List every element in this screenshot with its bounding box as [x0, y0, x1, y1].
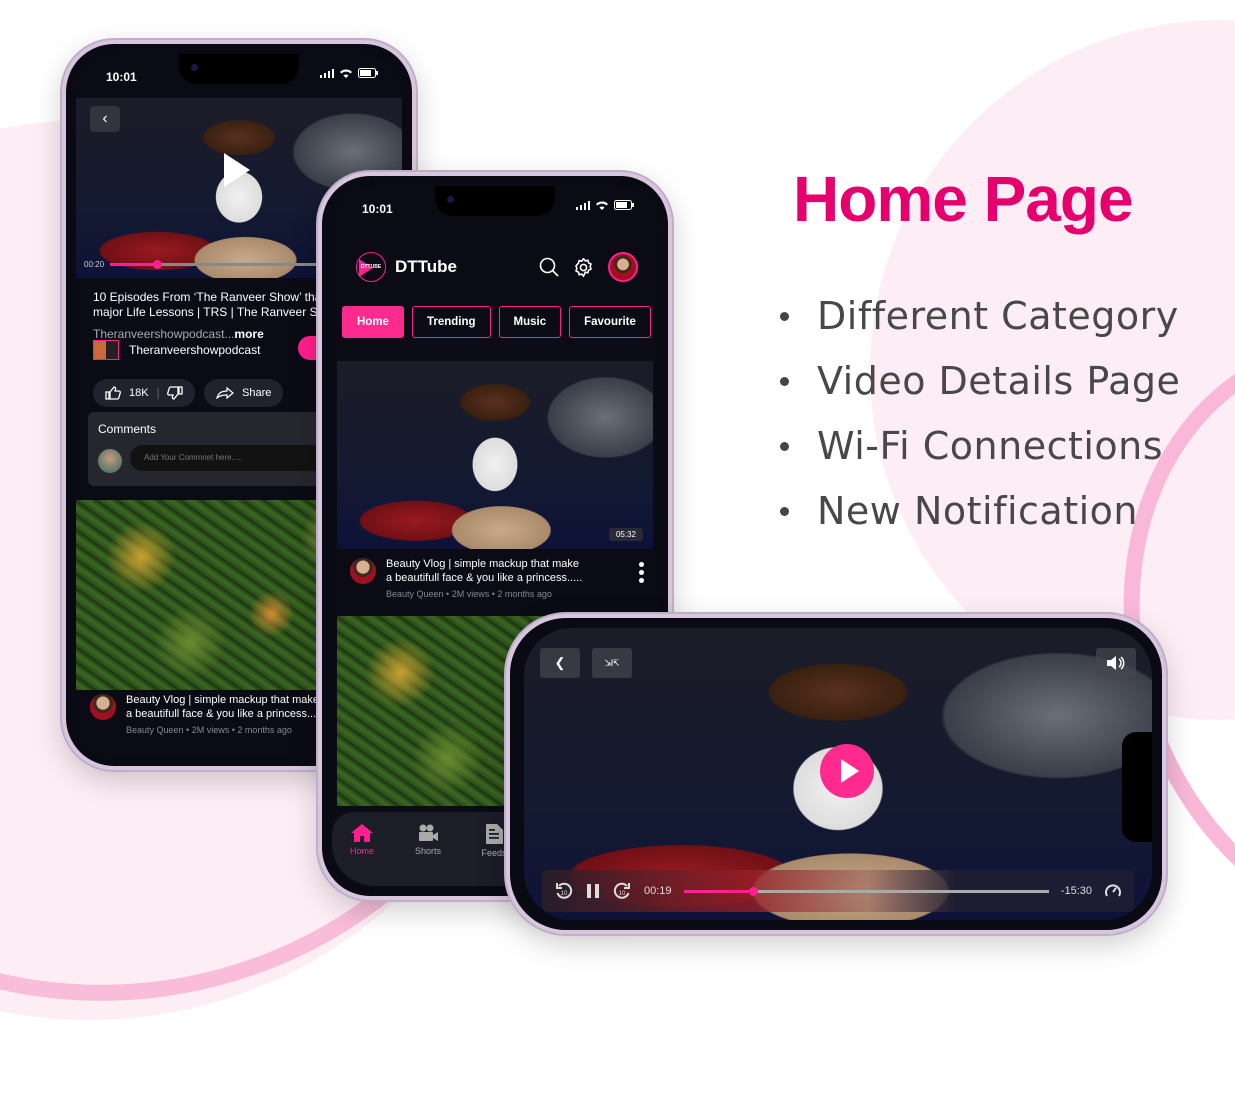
- volume-button[interactable]: [1096, 648, 1136, 678]
- rewind-10-icon[interactable]: 10: [554, 881, 574, 901]
- more-link[interactable]: more: [234, 327, 263, 341]
- tab-music[interactable]: Music: [498, 306, 562, 338]
- home-icon: [351, 824, 373, 842]
- speed-gauge-icon[interactable]: [1104, 882, 1122, 900]
- play-button[interactable]: [820, 744, 874, 798]
- speaker-icon: [1107, 656, 1125, 670]
- feature-item: Wi-Fi Connections: [778, 414, 1180, 479]
- pause-icon[interactable]: [586, 883, 600, 899]
- search-button[interactable]: [539, 257, 559, 277]
- back-button[interactable]: ❮: [540, 648, 580, 678]
- chevron-left-icon: ‹: [102, 110, 108, 127]
- video-title: 10 Episodes From ‘The Ranveer Show’ that…: [93, 290, 340, 319]
- notch: [435, 186, 555, 216]
- profile-avatar[interactable]: [608, 252, 638, 282]
- category-tabs: Home Trending Music Favourite Fa: [342, 306, 658, 338]
- feature-item: Different Category: [778, 284, 1180, 349]
- signal-icon: [320, 68, 334, 78]
- chevron-left-icon: ❮: [554, 655, 566, 670]
- comment-input[interactable]: [130, 445, 348, 471]
- document-icon: [486, 824, 503, 844]
- status-time: 10:01: [106, 70, 137, 84]
- video-stats: Beauty Queen • 2M views • 2 months ago: [386, 589, 552, 599]
- video-camera-icon: [419, 824, 438, 841]
- duration-badge: 05:32: [608, 528, 643, 541]
- wifi-icon: [340, 69, 352, 78]
- channel-avatar[interactable]: [93, 340, 119, 360]
- feature-list: Different Category Video Details Page Wi…: [778, 284, 1180, 544]
- share-button[interactable]: Share: [204, 379, 284, 407]
- tab-trending[interactable]: Trending: [411, 306, 491, 338]
- video-thumbnail[interactable]: 05:32: [337, 361, 653, 549]
- current-time: 00:19: [644, 885, 672, 897]
- like-dislike-pill: 18K |: [93, 379, 196, 407]
- nav-shorts[interactable]: Shorts: [408, 824, 448, 886]
- status-time: 10:01: [362, 202, 393, 216]
- seek-handle[interactable]: [152, 259, 162, 269]
- settings-button[interactable]: [573, 257, 594, 278]
- exit-fullscreen-button[interactable]: ⇲⇱: [592, 648, 632, 678]
- like-count: 18K: [129, 387, 149, 399]
- notch: [1122, 732, 1152, 842]
- channel-row[interactable]: Theranveershowpodcast: [93, 340, 260, 360]
- notch: [179, 54, 299, 84]
- share-icon: [216, 387, 234, 399]
- app-header: DTTUBE DTTube: [356, 250, 638, 284]
- user-avatar: [98, 449, 122, 473]
- search-icon: [539, 257, 559, 277]
- wifi-icon: [596, 201, 608, 210]
- page-title: Home Page: [793, 163, 1134, 235]
- video-card-meta[interactable]: Beauty Vlog | simple mackup that make a …: [350, 558, 582, 599]
- player-controls: 10 10 00:19 -15:30: [542, 870, 1134, 912]
- seek-progress: [110, 262, 157, 266]
- play-icon[interactable]: [224, 153, 250, 187]
- channel-name[interactable]: Theranveershowpodcast: [129, 343, 260, 357]
- svg-text:10: 10: [561, 891, 568, 897]
- remaining-time: -15:30: [1060, 885, 1092, 897]
- seek-handle[interactable]: [748, 886, 758, 896]
- app-logo[interactable]: DTTUBE: [356, 252, 386, 282]
- battery-icon: [358, 68, 378, 78]
- phone-fullscreen-player: ❮ ⇲⇱ 10 10 00:19 -15:30: [506, 614, 1166, 934]
- divider: |: [156, 387, 160, 399]
- current-time: 00:20: [84, 259, 105, 269]
- comments-label: Comments: [98, 422, 157, 436]
- thumbs-up-icon: [105, 386, 121, 400]
- seek-track[interactable]: [683, 886, 1049, 896]
- seek-progress: [683, 889, 753, 893]
- like-button[interactable]: 18K: [105, 386, 149, 400]
- feature-item: New Notification: [778, 479, 1180, 544]
- channel-avatar[interactable]: [350, 558, 376, 584]
- player-screen: ❮ ⇲⇱ 10 10 00:19 -15:30: [524, 628, 1152, 920]
- svg-text:10: 10: [619, 891, 626, 897]
- minimize-icon: ⇲⇱: [604, 658, 620, 668]
- tab-home[interactable]: Home: [342, 306, 404, 338]
- gear-icon: [575, 257, 592, 277]
- video-card-meta[interactable]: Beauty Vlog | simple mackup that make a …: [90, 694, 322, 735]
- feature-item: Video Details Page: [778, 349, 1180, 414]
- video-stats: Beauty Queen • 2M views • 2 months ago: [126, 725, 292, 735]
- back-button[interactable]: ‹: [90, 106, 120, 132]
- nav-home[interactable]: Home: [342, 824, 382, 886]
- comments-section: Comments: [88, 412, 348, 486]
- signal-icon: [576, 200, 590, 210]
- forward-10-icon[interactable]: 10: [612, 881, 632, 901]
- video-description: Theranveershowpodcast...more: [93, 327, 264, 341]
- thumbs-down-icon[interactable]: [167, 386, 184, 400]
- battery-icon: [614, 200, 634, 210]
- tab-favourite[interactable]: Favourite: [569, 306, 651, 338]
- channel-avatar[interactable]: [90, 694, 116, 720]
- app-name: DTTube: [395, 257, 458, 276]
- more-options-button[interactable]: [639, 562, 644, 583]
